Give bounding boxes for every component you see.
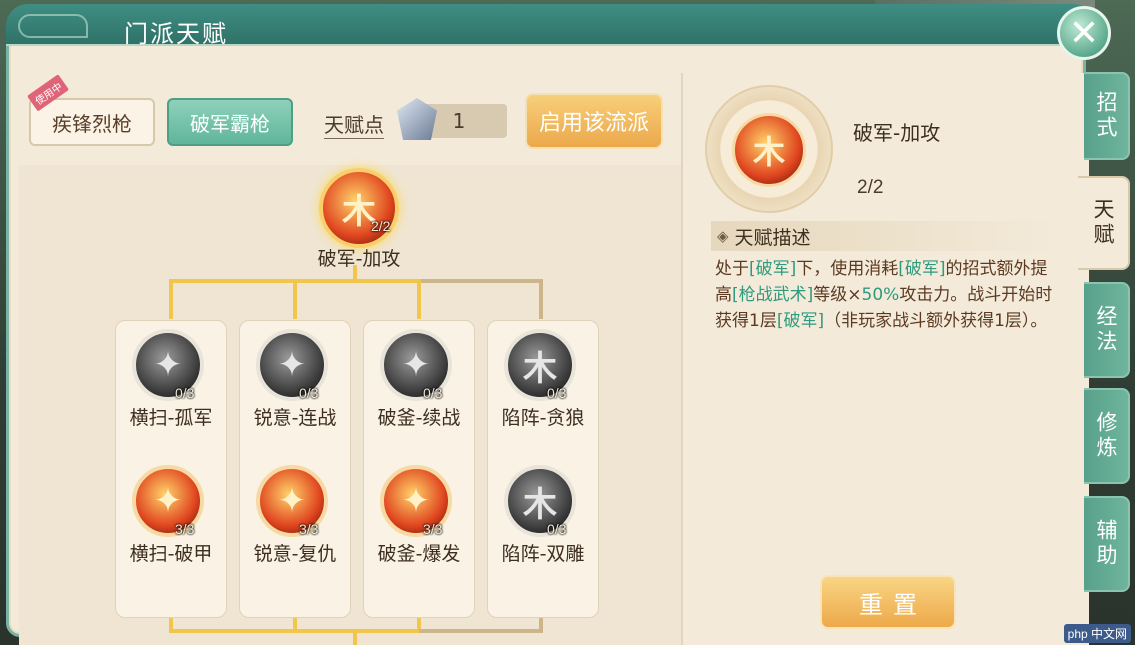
node-count: 3/3 xyxy=(299,521,319,537)
node-label: 锐意-连战 xyxy=(253,407,337,429)
description-segment: 等级× xyxy=(813,285,862,305)
talent-node[interactable]: 木 0/3 陷阵-双雕 xyxy=(483,465,603,565)
description-text: 处于[破军]下，使用消耗[破军]的招式额外提高[枪战武术]等级×50%攻击力。战… xyxy=(715,256,1055,334)
node-count: 0/3 xyxy=(423,385,443,401)
description-highlight: [破军] xyxy=(749,259,797,279)
tree-line xyxy=(419,279,543,283)
side-tab-moves[interactable]: 招式 xyxy=(1084,72,1130,160)
tree-line xyxy=(169,629,419,633)
node-label: 破釜-续战 xyxy=(377,407,461,429)
description-segment: 处于 xyxy=(715,259,749,279)
talent-node[interactable]: ✦ 3/3 破釜-爆发 xyxy=(359,465,479,565)
close-icon[interactable]: ✕ xyxy=(1057,6,1111,60)
node-label: 横扫-孤军 xyxy=(129,407,213,429)
talent-tree-section: 使用中 疾锋烈枪 破军霸枪 天赋点 1 启用该流派 木 2/2 破军-加攻 ✦ … xyxy=(19,73,681,645)
node-count: 0/3 xyxy=(299,385,319,401)
description-header: ◈ 天赋描述 xyxy=(711,221,1061,251)
talent-node-root[interactable]: 木 2/2 破军-加攻 xyxy=(318,168,439,270)
node-count: 3/3 xyxy=(423,521,443,537)
fire-spear-icon: 木 xyxy=(319,168,399,248)
tree-line xyxy=(293,279,297,319)
side-tab-cultivate[interactable]: 修炼 xyxy=(1084,388,1130,484)
detail-talent-level: 2/2 xyxy=(857,177,884,198)
description-title: 天赋描述 xyxy=(734,226,811,249)
node-count: 0/3 xyxy=(547,521,567,537)
node-count: 0/3 xyxy=(175,385,195,401)
tree-line xyxy=(419,629,543,633)
tree-line xyxy=(169,279,173,319)
node-label: 陷阵-双雕 xyxy=(501,543,585,565)
reset-button[interactable]: 重置 xyxy=(820,575,956,629)
in-use-badge: 使用中 xyxy=(27,74,70,112)
description-highlight: [破军] xyxy=(776,311,825,331)
talent-node[interactable]: ✦ 3/3 锐意-复仇 xyxy=(235,465,355,565)
talent-node[interactable]: ✦ 0/3 锐意-连战 xyxy=(235,329,355,429)
school-tab-label: 疾锋烈枪 xyxy=(52,111,132,136)
window-title: 门派天赋 xyxy=(124,20,228,48)
description-highlight: 50% xyxy=(861,285,900,305)
talent-panel: 使用中 疾锋烈枪 破军霸枪 天赋点 1 启用该流派 木 2/2 破军-加攻 ✦ … xyxy=(6,22,1089,645)
node-count: 0/3 xyxy=(547,385,567,401)
talent-points-label: 天赋点 xyxy=(324,109,384,139)
talent-node[interactable]: ✦ 3/3 横扫-破甲 xyxy=(111,465,231,565)
talent-detail-section: 木 破军-加攻 2/2 ◈ 天赋描述 处于[破军]下，使用消耗[破军]的招式额外… xyxy=(681,73,1089,645)
side-tab-assist[interactable]: 辅助 xyxy=(1084,496,1130,592)
node-label: 陷阵-贪狼 xyxy=(501,407,585,429)
cloud-ornament-icon xyxy=(18,14,88,38)
node-label: 破釜-爆发 xyxy=(377,543,461,565)
diamond-icon: ◈ xyxy=(717,227,729,245)
node-label: 破军-加攻 xyxy=(317,248,401,270)
tree-line xyxy=(539,279,543,319)
school-tab-jifeng[interactable]: 使用中 疾锋烈枪 xyxy=(27,74,155,146)
node-count: 3/3 xyxy=(175,521,195,537)
description-highlight: [破军] xyxy=(898,259,946,279)
title-bar: 门派天赋 xyxy=(6,4,1096,48)
description-highlight: [枪战武术] xyxy=(732,285,814,305)
description-segment: 下，使用消耗 xyxy=(796,259,899,279)
tree-line xyxy=(353,631,357,645)
fire-spear-icon: 木 xyxy=(732,113,806,187)
side-tab-talent[interactable]: 天赋 xyxy=(1078,176,1130,270)
description-segment: （非玩家战斗额外获得1层）。 xyxy=(824,311,1048,331)
talent-node[interactable]: 木 0/3 陷阵-贪狼 xyxy=(483,329,603,429)
detail-talent-name: 破军-加攻 xyxy=(853,121,941,145)
node-label: 横扫-破甲 xyxy=(129,543,213,565)
school-tab-pojun[interactable]: 破军霸枪 xyxy=(167,98,293,146)
tree-line xyxy=(417,279,421,319)
watermark: php 中文网 xyxy=(1063,624,1131,643)
apply-school-button[interactable]: 启用该流派 xyxy=(525,93,663,149)
side-tab-scripture[interactable]: 经法 xyxy=(1084,282,1130,378)
node-label: 锐意-复仇 xyxy=(253,543,337,565)
school-tab-label: 破军霸枪 xyxy=(190,111,270,136)
talent-node[interactable]: ✦ 0/3 横扫-孤军 xyxy=(111,329,231,429)
node-count: 2/2 xyxy=(371,218,391,234)
talent-node[interactable]: ✦ 0/3 破釜-续战 xyxy=(359,329,479,429)
